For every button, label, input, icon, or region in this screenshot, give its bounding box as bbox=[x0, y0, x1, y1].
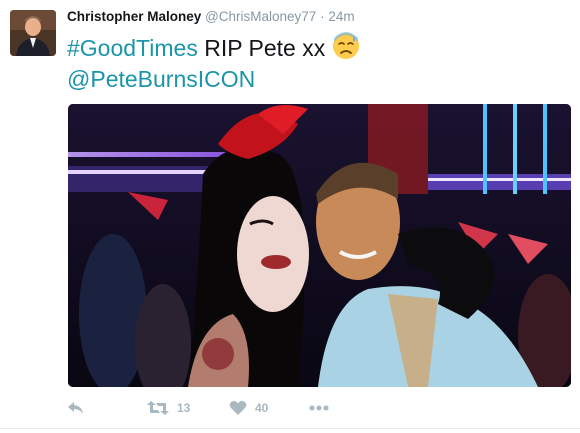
tweet: Christopher Maloney @ChrisMaloney77 · 24… bbox=[0, 0, 580, 433]
avatar[interactable] bbox=[10, 10, 56, 56]
divider bbox=[0, 428, 580, 429]
more-button[interactable] bbox=[309, 405, 349, 411]
tweet-photo[interactable] bbox=[68, 104, 571, 387]
retweet-count: 13 bbox=[177, 401, 191, 415]
reply-icon bbox=[67, 400, 85, 416]
like-count: 40 bbox=[255, 401, 269, 415]
retweet-icon bbox=[147, 400, 169, 416]
heart-icon bbox=[229, 400, 247, 416]
tweet-actions: 13 40 bbox=[67, 396, 567, 420]
author-handle[interactable]: @ChrisMaloney77 bbox=[205, 9, 316, 24]
author-name[interactable]: Christopher Maloney bbox=[67, 9, 201, 24]
more-dots-icon bbox=[309, 405, 329, 411]
tweet-text: #GoodTimes RIP Pete xx @PeteBurnsICON bbox=[67, 32, 567, 95]
tweet-message: RIP Pete xx bbox=[197, 35, 332, 61]
reply-button[interactable] bbox=[67, 400, 147, 416]
like-button[interactable]: 40 bbox=[229, 400, 309, 416]
separator-dot: · bbox=[320, 9, 325, 24]
retweet-button[interactable]: 13 bbox=[147, 400, 229, 416]
mention-link[interactable]: @PeteBurnsICON bbox=[67, 66, 255, 92]
tweet-header: Christopher Maloney @ChrisMaloney77 · 24… bbox=[67, 9, 355, 24]
hashtag-link[interactable]: #GoodTimes bbox=[67, 35, 198, 61]
tweet-timestamp[interactable]: 24m bbox=[328, 9, 354, 24]
sad-sweat-face-emoji-icon bbox=[332, 32, 360, 60]
